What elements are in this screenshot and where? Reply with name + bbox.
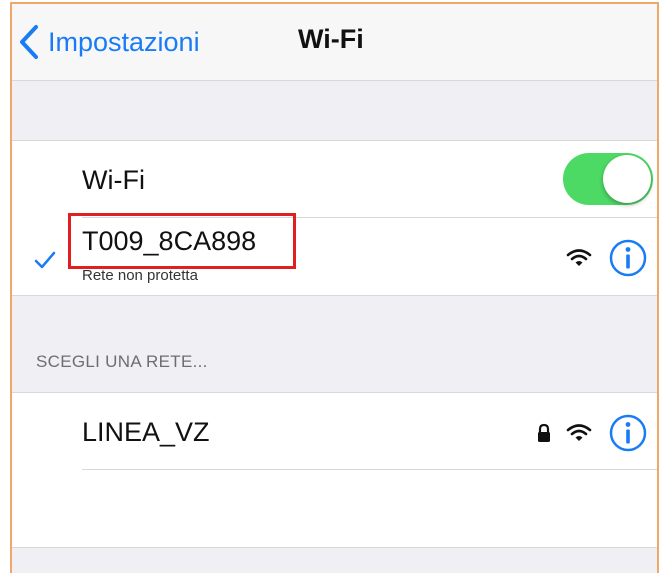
back-button[interactable]: Impostazioni [18,22,200,62]
network-name: LINEA_VZ [82,417,210,447]
connected-network-row[interactable]: T009_8CA898 Rete non protetta [12,213,657,295]
page-title: Wi-Fi [298,24,364,54]
settings-screen: Impostazioni Wi-Fi Wi-Fi T009_8CA898 Ret… [10,2,659,573]
wifi-signal-icon [566,248,592,273]
section-header-choose-network: SCEGLI UNA RETE... [36,352,208,371]
back-label: Impostazioni [48,26,200,57]
highlight-box [68,213,296,269]
chevron-left-icon [18,22,48,62]
info-icon[interactable] [608,413,648,458]
wifi-toggle-label: Wi-Fi [82,165,145,195]
networks-section: LINEA_VZ [12,392,657,548]
lock-icon [536,423,552,448]
wifi-toggle[interactable] [563,153,653,205]
info-icon[interactable] [608,238,648,283]
network-row[interactable]: LINEA_VZ [12,393,657,469]
connected-network-status: Rete non protetta [82,267,198,284]
wifi-section: Wi-Fi T009_8CA898 Rete non protetta [12,140,657,296]
toggle-knob [603,155,651,203]
wifi-signal-icon [566,423,592,448]
wifi-toggle-row: Wi-Fi [12,141,657,217]
empty-network-row [12,470,657,547]
checkmark-icon [34,251,56,274]
navigation-bar: Impostazioni Wi-Fi [12,4,657,81]
